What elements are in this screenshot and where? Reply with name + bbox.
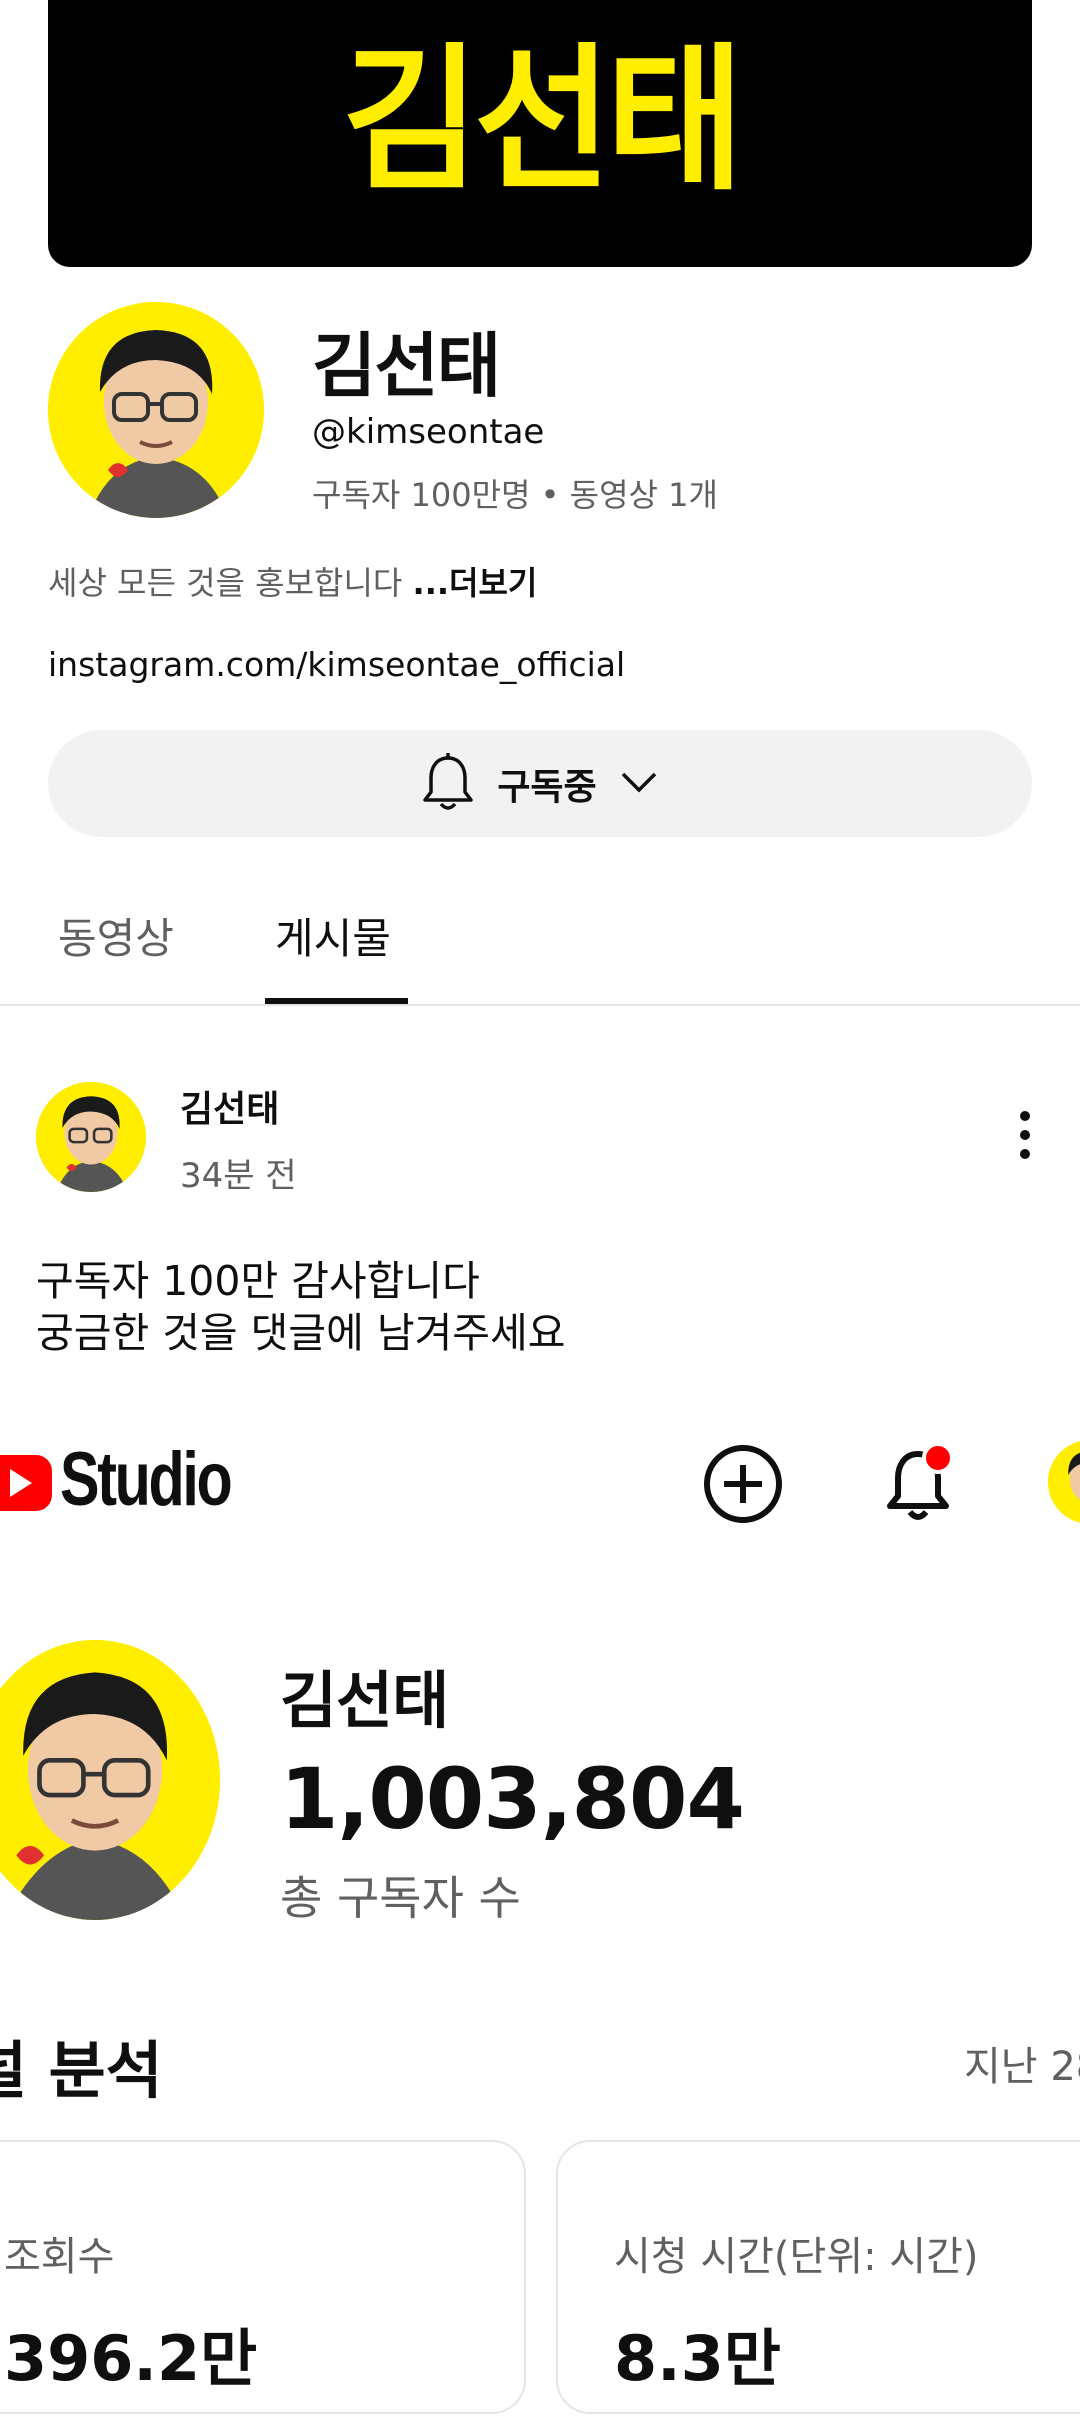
tab-posts[interactable]: 게시물	[275, 905, 391, 966]
chevron-down-icon	[619, 770, 659, 798]
post-author-name[interactable]: 김선태	[180, 1080, 279, 1132]
card-label: 시청 시간(단위: 시간)	[614, 2234, 979, 2280]
more-link[interactable]: ...더보기	[413, 564, 538, 602]
card-value: 8.3만	[614, 2322, 781, 2395]
account-avatar[interactable]	[1048, 1440, 1080, 1524]
notification-bell-icon[interactable]	[880, 1440, 960, 1526]
tab-videos[interactable]: 동영상	[58, 905, 174, 966]
card-value: 396.2만	[4, 2322, 258, 2395]
watch-time-card[interactable]: 시청 시간(단위: 시간) 8.3만	[556, 2140, 1080, 2414]
analytics-title: 널 분석	[0, 2034, 163, 2107]
studio-channel-name: 김선태	[280, 1664, 449, 1737]
description-text: 세상 모든 것을 홍보합니다	[48, 564, 403, 602]
channel-link[interactable]: instagram.com/kimseontae_official	[48, 645, 625, 684]
post-body: 구독자 100만 감사합니다 궁금한 것을 댓글에 남겨주세요	[36, 1255, 565, 1359]
tabs-divider	[0, 1004, 1080, 1006]
post-timestamp: 34분 전	[180, 1156, 297, 1196]
post-author-avatar[interactable]	[36, 1082, 146, 1192]
post-line: 궁금한 것을 댓글에 남겨주세요	[36, 1309, 566, 1357]
channel-description[interactable]: 세상 모든 것을 홍보합니다 ...더보기	[48, 558, 537, 604]
post-line: 구독자 100만 감사합니다	[36, 1257, 480, 1305]
subscribed-button[interactable]: 구독중	[48, 730, 1032, 837]
youtube-logo-icon[interactable]	[0, 1447, 52, 1519]
avatar-illustration	[48, 302, 264, 518]
channel-name: 김선태	[312, 325, 501, 407]
subscribe-label: 구독중	[497, 766, 597, 808]
more-vert-icon[interactable]	[1018, 1110, 1032, 1160]
channel-banner: 김선태	[48, 0, 1032, 267]
subscriber-count: 1,003,804	[280, 1750, 745, 1848]
create-plus-icon[interactable]	[702, 1443, 784, 1525]
subscriber-label: 총 구독자 수	[280, 1871, 521, 1925]
channel-avatar[interactable]	[48, 302, 264, 518]
channel-handle: @kimseontae	[312, 412, 545, 452]
analytics-period[interactable]: 지난 28	[964, 2034, 1080, 2092]
views-card[interactable]: 조회수 396.2만	[0, 2140, 526, 2414]
channel-meta: 구독자 100만명 • 동영상 1개	[312, 476, 718, 514]
card-label: 조회수	[4, 2234, 115, 2280]
studio-logo-text[interactable]: Studio	[60, 1436, 233, 1523]
banner-logo-text: 김선태	[341, 29, 744, 213]
avatar-illustration	[36, 1082, 146, 1192]
studio-channel-avatar	[0, 1640, 220, 1920]
bell-icon	[421, 752, 475, 816]
